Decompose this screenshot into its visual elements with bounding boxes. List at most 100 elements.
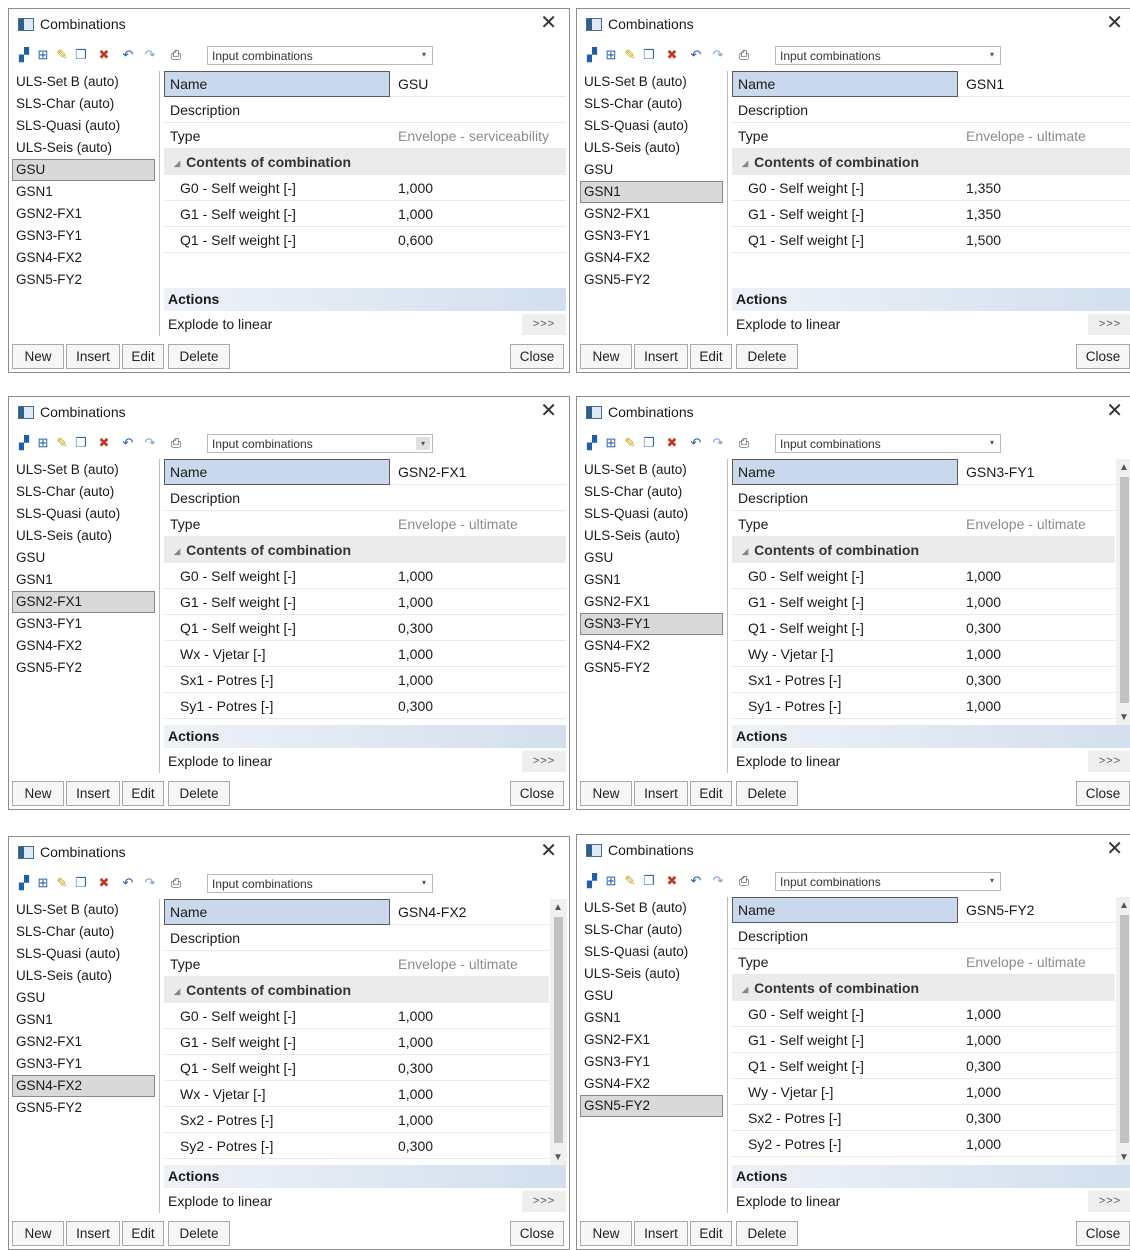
explode-to-linear-row[interactable]: Explode to linear >>> <box>732 1189 1130 1214</box>
load-factor-value[interactable]: 0,300 <box>398 1133 433 1159</box>
load-factor-row[interactable]: Q1 - Self weight [-] 0,600 <box>164 227 566 253</box>
delete-icon[interactable]: ✖ <box>97 436 111 450</box>
combination-list-item[interactable]: GSN1 <box>580 1007 723 1029</box>
combination-list-item[interactable]: GSN1 <box>12 569 155 591</box>
new-combination-icon[interactable]: ▞ <box>585 436 599 450</box>
redo-icon[interactable]: ↷ <box>711 436 725 450</box>
load-factor-row[interactable]: Q1 - Self weight [-] 1,500 <box>732 227 1130 253</box>
close-button[interactable]: Close <box>510 1221 564 1246</box>
redo-icon[interactable]: ↷ <box>143 876 157 890</box>
property-row-description[interactable]: Description <box>164 97 566 123</box>
new-combination-icon[interactable]: ▞ <box>17 48 31 62</box>
load-factor-value[interactable]: 0,300 <box>966 667 1001 693</box>
scroll-up-icon[interactable]: ▲ <box>1119 900 1129 911</box>
combination-list-item[interactable]: SLS-Quasi (auto) <box>580 115 723 137</box>
property-row-description[interactable]: Description <box>164 925 549 951</box>
collapse-triangle-icon[interactable]: ◢ <box>174 987 180 996</box>
add-icon[interactable]: ⊞ <box>36 436 50 450</box>
load-factor-value[interactable]: 1,000 <box>398 1029 433 1055</box>
close-icon[interactable]: ✕ <box>540 839 557 863</box>
new-button[interactable]: New <box>12 1221 64 1246</box>
load-factor-value[interactable]: 1,500 <box>966 227 1001 253</box>
combination-list-item[interactable]: SLS-Quasi (auto) <box>580 941 723 963</box>
delete-icon[interactable]: ✖ <box>665 48 679 62</box>
combination-list-item[interactable]: SLS-Char (auto) <box>12 921 155 943</box>
load-factor-row[interactable]: Wx - Vjetar [-] 1,000 <box>164 641 566 667</box>
edit-button[interactable]: Edit <box>690 781 732 806</box>
combination-list-item[interactable]: SLS-Char (auto) <box>580 481 723 503</box>
combination-list-item[interactable]: GSN5-FY2 <box>580 657 723 679</box>
combination-list-item[interactable]: GSU <box>580 159 723 181</box>
explode-run-button[interactable]: >>> <box>1088 314 1130 335</box>
close-icon[interactable]: ✕ <box>540 11 557 35</box>
close-icon[interactable]: ✕ <box>1106 11 1123 35</box>
combination-list-item[interactable]: ULS-Set B (auto) <box>580 897 723 919</box>
combination-list-item[interactable]: GSN2-FX1 <box>580 1029 723 1051</box>
property-row-type[interactable]: Type Envelope - serviceability <box>164 123 566 149</box>
combination-list-item[interactable]: GSN5-FY2 <box>12 657 155 679</box>
explode-run-button[interactable]: >>> <box>1088 1191 1130 1212</box>
load-factor-row[interactable]: G1 - Self weight [-] 1,000 <box>732 589 1115 615</box>
load-factor-value[interactable]: 1,000 <box>966 1001 1001 1027</box>
undo-icon[interactable]: ↶ <box>121 48 135 62</box>
new-button[interactable]: New <box>12 781 64 806</box>
edit-pencil-icon[interactable]: ✎ <box>623 48 637 62</box>
load-factor-row[interactable]: Q1 - Self weight [-] 0,300 <box>164 615 566 641</box>
redo-icon[interactable]: ↷ <box>711 874 725 888</box>
contents-section-header[interactable]: ◢ Contents of combination <box>164 977 549 1003</box>
load-factor-row[interactable]: G1 - Self weight [-] 1,000 <box>164 1029 549 1055</box>
new-button[interactable]: New <box>580 344 632 369</box>
new-button[interactable]: New <box>580 1221 632 1246</box>
property-row-name[interactable]: Name GSN3-FY1 <box>732 459 1115 485</box>
combination-list-item[interactable]: GSN2-FX1 <box>12 203 155 225</box>
load-factor-row[interactable]: Sx1 - Potres [-] 1,000 <box>164 667 566 693</box>
delete-icon[interactable]: ✖ <box>97 876 111 890</box>
combination-list-item[interactable]: GSU <box>580 985 723 1007</box>
load-factor-value[interactable]: 1,000 <box>966 693 1001 719</box>
combination-list-item[interactable]: GSU <box>12 547 155 569</box>
combination-list-item[interactable]: ULS-Set B (auto) <box>580 459 723 481</box>
combination-list-item[interactable]: SLS-Char (auto) <box>12 481 155 503</box>
insert-button[interactable]: Insert <box>66 1221 120 1246</box>
load-factor-row[interactable]: Wy - Vjetar [-] 1,000 <box>732 1079 1115 1105</box>
combination-list-item[interactable]: SLS-Quasi (auto) <box>580 503 723 525</box>
name-value[interactable]: GSN2-FX1 <box>398 459 466 485</box>
edit-button[interactable]: Edit <box>690 1221 732 1246</box>
combination-list-item[interactable]: GSN3-FY1 <box>12 225 155 247</box>
load-factor-row[interactable]: Q1 - Self weight [-] 0,300 <box>732 1053 1115 1079</box>
new-combination-icon[interactable]: ▞ <box>585 48 599 62</box>
insert-button[interactable]: Insert <box>634 781 688 806</box>
print-icon[interactable]: ⎙ <box>169 48 183 62</box>
load-factor-value[interactable]: 1,000 <box>398 667 433 693</box>
combination-list-item[interactable]: GSN4-FX2 <box>12 635 155 657</box>
combination-list-item[interactable]: GSN5-FY2 <box>12 269 155 291</box>
combination-list-item[interactable]: GSN3-FY1 <box>580 613 723 635</box>
combination-list-item[interactable]: ULS-Seis (auto) <box>580 525 723 547</box>
close-button[interactable]: Close <box>1076 344 1130 369</box>
delete-icon[interactable]: ✖ <box>665 436 679 450</box>
print-icon[interactable]: ⎙ <box>169 436 183 450</box>
load-factor-row[interactable]: Sx2 - Potres [-] 1,000 <box>164 1107 549 1133</box>
property-row-description[interactable]: Description <box>732 923 1115 949</box>
scroll-down-icon[interactable]: ▼ <box>1119 1152 1129 1163</box>
property-row-name[interactable]: Name GSN4-FX2 <box>164 899 549 925</box>
edit-pencil-icon[interactable]: ✎ <box>55 436 69 450</box>
insert-button[interactable]: Insert <box>634 1221 688 1246</box>
explode-run-button[interactable]: >>> <box>522 751 566 772</box>
combination-list-item[interactable]: SLS-Quasi (auto) <box>12 503 155 525</box>
close-button[interactable]: Close <box>510 781 564 806</box>
load-factor-row[interactable]: Wy - Vjetar [-] 1,000 <box>732 641 1115 667</box>
load-factor-row[interactable]: G0 - Self weight [-] 1,000 <box>164 1003 549 1029</box>
combination-list-item[interactable]: GSN2-FX1 <box>580 591 723 613</box>
copy-icon[interactable]: ❐ <box>74 436 88 450</box>
load-factor-row[interactable]: G0 - Self weight [-] 1,000 <box>732 563 1115 589</box>
load-factor-value[interactable]: 1,000 <box>966 563 1001 589</box>
property-row-type[interactable]: Type Envelope - ultimate <box>164 511 566 537</box>
add-icon[interactable]: ⊞ <box>36 48 50 62</box>
combination-list-item[interactable]: ULS-Set B (auto) <box>580 71 723 93</box>
property-row-name[interactable]: Name GSN1 <box>732 71 1130 97</box>
scrollbar-thumb[interactable] <box>1120 915 1129 1143</box>
combination-list-item[interactable]: SLS-Char (auto) <box>580 919 723 941</box>
load-factor-value[interactable]: 1,000 <box>398 1003 433 1029</box>
contents-section-header[interactable]: ◢ Contents of combination <box>732 537 1115 563</box>
